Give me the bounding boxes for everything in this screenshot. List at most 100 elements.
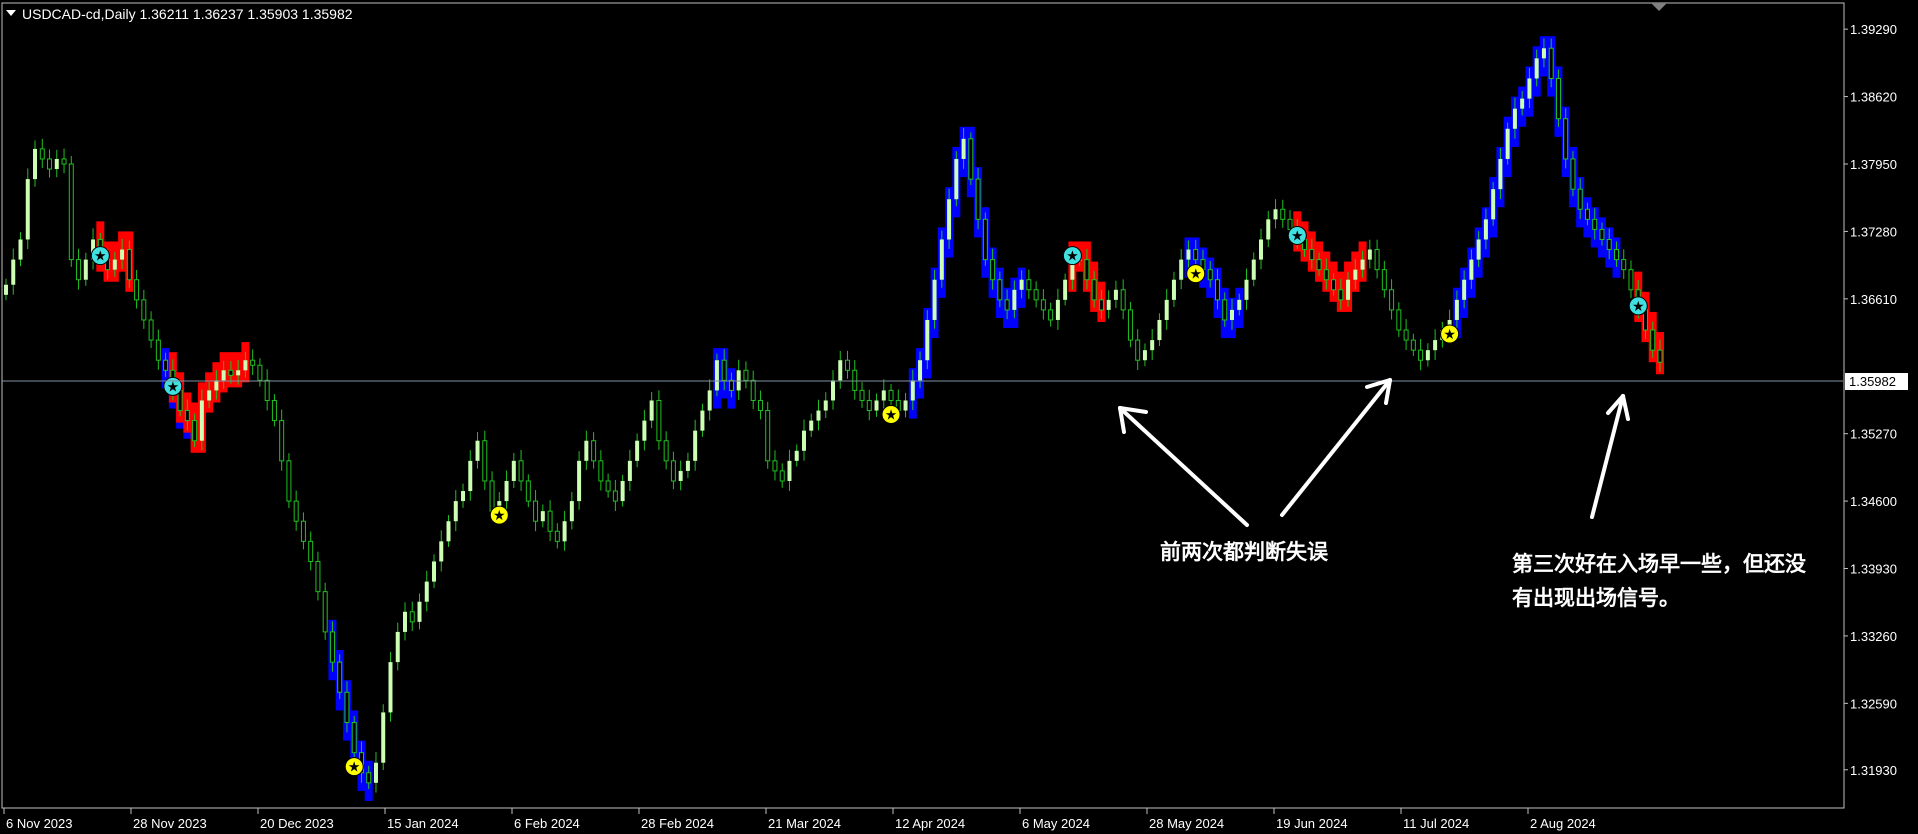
candle-body-bear — [1570, 158, 1576, 190]
candle-body-bear — [1323, 269, 1329, 281]
candle-body-bull — [700, 410, 705, 431]
candle-body-bull — [1505, 128, 1510, 159]
candle-body-bull — [1142, 350, 1147, 361]
candle-body-bear — [1418, 349, 1424, 361]
candle-body-bull — [678, 470, 683, 481]
candle-body-bear — [47, 158, 53, 170]
candle-body-bull — [1346, 279, 1351, 300]
candle-body-bear — [337, 661, 343, 693]
candle-body-bear — [779, 470, 785, 482]
candle-body-bear — [1026, 279, 1032, 291]
signal-star-icon: ★ — [885, 407, 898, 423]
candle-body-bear — [1120, 289, 1126, 311]
symbol-header: USDCAD-cd,Daily 1.36211 1.36237 1.35903 … — [22, 6, 353, 22]
candle-body-bull — [1266, 219, 1271, 240]
candle-body-bull — [424, 581, 429, 602]
candle-body-bear — [859, 389, 865, 401]
candle-body-bull — [11, 259, 16, 285]
candle-body-bull — [584, 440, 589, 461]
signal-star-icon: ★ — [1443, 327, 1456, 343]
time-tick-label: 20 Dec 2023 — [260, 816, 334, 831]
candle-body-bull — [112, 259, 117, 270]
candle-body-bear — [489, 480, 495, 512]
candle-body-bear — [148, 319, 154, 341]
candle-body-bear — [1033, 289, 1039, 301]
signal-star-icon: ★ — [167, 379, 180, 395]
candle-body-bull — [1019, 279, 1024, 290]
candle-body-bear — [1396, 309, 1402, 331]
candle-body-bear — [279, 420, 285, 462]
candle-body-bear — [286, 460, 292, 502]
time-tick-label: 6 Feb 2024 — [514, 816, 580, 831]
current-price-label: 1.35982 — [1849, 374, 1896, 389]
price-tick-label: 1.31930 — [1850, 763, 1897, 778]
candle-body-bull — [1106, 299, 1111, 310]
candle-body-bull — [243, 360, 248, 371]
candle-body-bear — [1606, 238, 1612, 251]
candle-body-bull — [642, 420, 647, 441]
candle-body-bull — [1273, 209, 1278, 220]
time-tick-label: 11 Jul 2024 — [1403, 816, 1469, 831]
candle-body-bull — [417, 601, 422, 622]
price-tick-label: 1.32590 — [1850, 696, 1897, 711]
candle-body-bear — [61, 158, 67, 165]
candle-body-bear — [1127, 309, 1133, 341]
candle-body-bull — [954, 158, 959, 200]
candle-body-bear — [533, 500, 539, 522]
candle-body-bull — [649, 400, 654, 421]
candle-body-bull — [736, 370, 741, 391]
candle-body-bull — [932, 279, 937, 320]
time-tick-label: 28 Feb 2024 — [641, 816, 714, 831]
candle-body-bear — [126, 249, 132, 281]
candle-body-bear — [329, 631, 335, 663]
price-chart[interactable]: ★ ★ ★ ★ ★ ★ ★ ★ ★ ★ USDCAD-cd,Daily 1.36211 1.362… — [0, 0, 1918, 834]
time-tick-label: 12 Apr 2024 — [895, 816, 965, 831]
candle-body-bull — [25, 179, 30, 240]
candle-body-bull — [402, 611, 407, 632]
candle-body-bear — [1331, 279, 1337, 291]
time-tick-label: 28 May 2024 — [1149, 816, 1224, 831]
candle-body-bull — [4, 284, 8, 295]
candle-body-bear — [1338, 289, 1344, 301]
candle-body-bear — [366, 772, 372, 784]
candle-body-bull — [939, 239, 944, 280]
candle-body-bull — [468, 460, 473, 492]
candle-body-bear — [765, 410, 771, 462]
candle-body-bull — [1469, 259, 1474, 280]
candle-body-bull — [439, 541, 444, 562]
candle-body-bull — [1512, 108, 1517, 129]
candle-body-bear — [315, 560, 321, 593]
candle-body-bear — [975, 178, 981, 220]
candle-body-bull — [1259, 239, 1264, 260]
candle-body-bull — [577, 460, 582, 502]
candle-body-bear — [1628, 269, 1634, 291]
candle-body-bull — [1534, 58, 1539, 79]
candle-body-bull — [1353, 269, 1358, 280]
candle-body-bear — [982, 218, 988, 261]
candle-body-bull — [787, 460, 792, 481]
candle-body-bear — [728, 379, 734, 391]
candle-body-bull — [961, 138, 966, 159]
candle-body-bull — [1229, 309, 1234, 320]
candle-body-bear — [1214, 279, 1220, 301]
candle-body-bull — [388, 662, 393, 713]
candle-body-bear — [192, 420, 198, 442]
candle-body-bull — [1454, 299, 1459, 320]
candle-body-bull — [1164, 299, 1169, 320]
candle-body-bear — [888, 389, 894, 401]
candle-body-bear — [1563, 118, 1569, 160]
candle-body-bull — [562, 521, 567, 542]
price-tick-label: 1.38620 — [1850, 90, 1897, 105]
candle-body-bull — [381, 712, 386, 763]
candle-body-bull — [816, 410, 821, 421]
candle-body-bear — [155, 339, 161, 361]
candle-body-bear — [591, 440, 597, 462]
candle-body-bull — [199, 400, 204, 441]
candle-body-bear — [612, 490, 618, 502]
candle-body-bull — [1462, 279, 1467, 300]
candle-body-bear — [1410, 339, 1416, 351]
candle-body-bull — [1186, 249, 1191, 260]
candle-body-bull — [236, 370, 241, 376]
note-early-entry-line2: 有出现出场信号。 — [1512, 586, 1680, 610]
candle-body-bear — [866, 399, 872, 412]
